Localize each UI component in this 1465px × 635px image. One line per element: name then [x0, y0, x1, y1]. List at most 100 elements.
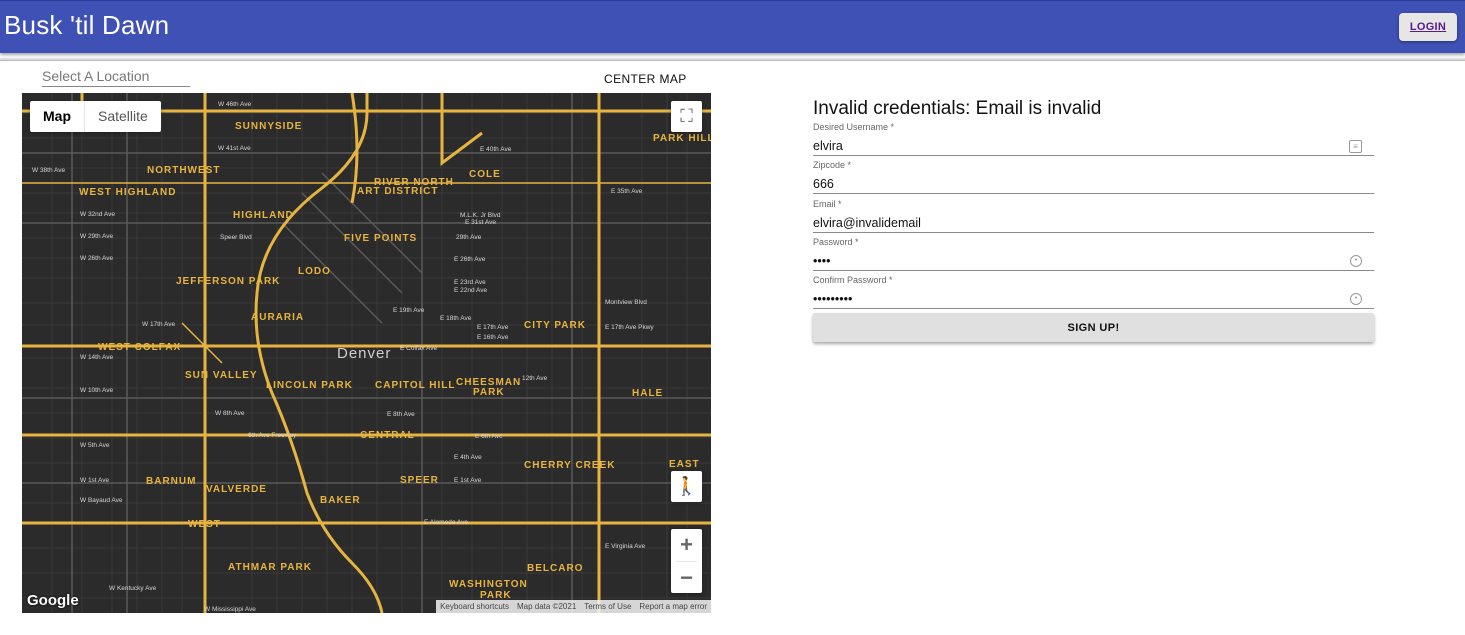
- map-label: ATHMAR PARK: [228, 562, 312, 573]
- map-type-map[interactable]: Map: [30, 101, 85, 132]
- keyboard-shortcuts-link[interactable]: Keyboard shortcuts: [440, 602, 509, 611]
- street-label: E 40th Ave: [480, 146, 512, 153]
- street-label: M.L.K. Jr Blvd: [460, 212, 501, 219]
- street-label: W 14th Ave: [80, 354, 114, 361]
- street-label: Speer Blvd: [220, 234, 252, 241]
- password-manager-icon[interactable]: •: [1350, 255, 1362, 267]
- map-label: JEFFERSON PARK: [176, 276, 280, 287]
- street-label: E 16th Ave: [477, 334, 509, 341]
- map-label: SPEER: [400, 475, 439, 486]
- map-data-text: Map data ©2021: [517, 602, 577, 611]
- street-label: E Alameda Ave: [424, 519, 468, 526]
- map[interactable]: SUNNYSIDE NORTHWEST WEST HIGHLAND HIGHLA…: [22, 93, 711, 613]
- app-title: Busk 'til Dawn: [4, 10, 170, 40]
- map-label: HIGHLAND: [233, 210, 294, 221]
- map-label: WEST: [188, 519, 221, 530]
- street-label: W 29th Ave: [80, 233, 114, 240]
- street-label: W 32nd Ave: [80, 211, 115, 218]
- password-manager-icon[interactable]: •: [1350, 293, 1362, 305]
- street-label: E 22nd Ave: [454, 287, 488, 294]
- map-label: BARNUM: [146, 476, 196, 487]
- map-label: CAPITOL HILL: [375, 380, 456, 391]
- pegman-icon[interactable]: 🚶: [671, 471, 702, 502]
- confirm-password-field[interactable]: Confirm Password * ••••••••• •: [813, 275, 1374, 309]
- street-label: W 5th Ave: [80, 442, 110, 449]
- street-label: E 17th Ave: [477, 324, 509, 331]
- location-select[interactable]: Select A Location: [42, 68, 190, 87]
- email-input[interactable]: elvira@invalidemail: [813, 214, 1374, 233]
- login-button[interactable]: LOGIN: [1399, 13, 1457, 41]
- username-field[interactable]: Desired Username * elvira ≡: [813, 122, 1374, 156]
- street-label: 29th Ave: [456, 234, 482, 241]
- form-error-message: Invalid credentials: Email is invalid: [813, 98, 1102, 119]
- report-error-link[interactable]: Report a map error: [639, 602, 707, 611]
- city-label: Denver: [337, 345, 391, 362]
- map-label: NORTHWEST: [147, 165, 220, 176]
- street-label: E 8th Ave: [387, 411, 415, 418]
- map-label: SUN VALLEY: [185, 370, 258, 381]
- street-label: W 46th Ave: [218, 101, 252, 108]
- street-label: E 26th Ave: [454, 256, 486, 263]
- email-field[interactable]: Email * elvira@invalidemail: [813, 199, 1374, 233]
- street-label: E 23rd Ave: [454, 279, 486, 286]
- map-label: WEST HIGHLAND: [79, 187, 176, 198]
- password-field[interactable]: Password * •••• •: [813, 237, 1374, 271]
- map-type-satellite[interactable]: Satellite: [85, 101, 161, 132]
- google-logo[interactable]: Google: [27, 592, 79, 609]
- map-attribution: Keyboard shortcuts Map data ©2021 Terms …: [436, 600, 711, 613]
- username-label: Desired Username *: [813, 122, 895, 132]
- street-label: W 1st Ave: [80, 477, 110, 484]
- map-label: COLE: [469, 169, 501, 180]
- map-label: EAST: [669, 459, 700, 470]
- map-label: ART DISTRICT: [357, 186, 438, 197]
- map-label: LINCOLN PARK: [266, 380, 353, 391]
- header-divider: [0, 58, 1465, 61]
- street-label: E 17th Ave Pkwy: [605, 324, 654, 331]
- street-label: E 19th Ave: [393, 307, 425, 314]
- map-label: FIVE POINTS: [344, 233, 417, 244]
- email-label: Email *: [813, 199, 842, 209]
- zipcode-field[interactable]: Zipcode * 666: [813, 160, 1374, 194]
- map-label: CHERRY CREEK: [524, 460, 615, 471]
- street-label: E 1st Ave: [454, 477, 482, 484]
- map-label: VALVERDE: [206, 484, 267, 495]
- street-label: E Colfax Ave: [400, 345, 437, 352]
- map-label: LODO: [298, 266, 331, 277]
- map-label: SUNNYSIDE: [235, 121, 302, 132]
- map-label: AURARIA: [251, 312, 304, 323]
- username-input[interactable]: elvira ≡: [813, 137, 1374, 156]
- signup-button[interactable]: SIGN UP!: [813, 313, 1374, 342]
- street-label: E Virginia Ave: [605, 543, 646, 550]
- terms-link[interactable]: Terms of Use: [584, 602, 631, 611]
- zoom-control: + −: [671, 529, 702, 593]
- map-label: PARK: [473, 387, 505, 398]
- map-label: WASHINGTON: [449, 579, 528, 590]
- map-label: BELCARO: [527, 563, 583, 574]
- street-label: E 18th Ave: [440, 315, 472, 322]
- confirm-password-input[interactable]: ••••••••• •: [813, 290, 1374, 309]
- zoom-out-button[interactable]: −: [671, 562, 702, 594]
- street-label: E 4th Ave: [454, 454, 482, 461]
- app-bar: Busk 'til Dawn LOGIN: [0, 0, 1465, 53]
- password-input[interactable]: •••• •: [813, 252, 1374, 271]
- street-label: W 38th Ave: [32, 167, 66, 174]
- map-type-toggle: Map Satellite: [30, 101, 161, 132]
- map-label: HALE: [632, 388, 663, 399]
- street-label: W 26th Ave: [80, 255, 114, 262]
- zipcode-input[interactable]: 666: [813, 175, 1374, 194]
- map-label: CENTRAL: [360, 430, 415, 441]
- fullscreen-icon[interactable]: ⛶: [671, 101, 702, 132]
- street-label: W Bayaud Ave: [80, 497, 123, 504]
- street-label: W Kentucky Ave: [109, 585, 157, 592]
- street-label: E 6th Ave: [475, 433, 503, 440]
- center-map-button[interactable]: CENTER MAP: [604, 72, 687, 86]
- confirm-password-label: Confirm Password *: [813, 275, 893, 285]
- street-label: 6th Ave Freeway: [248, 432, 297, 439]
- contact-card-icon[interactable]: ≡: [1349, 140, 1362, 153]
- street-label: Montview Blvd: [605, 299, 647, 306]
- map-label: BAKER: [320, 495, 361, 506]
- street-label: E 31st Ave: [465, 219, 496, 226]
- zoom-in-button[interactable]: +: [671, 529, 702, 561]
- street-label: W 10th Ave: [80, 387, 114, 394]
- street-label: W 41st Ave: [218, 145, 251, 152]
